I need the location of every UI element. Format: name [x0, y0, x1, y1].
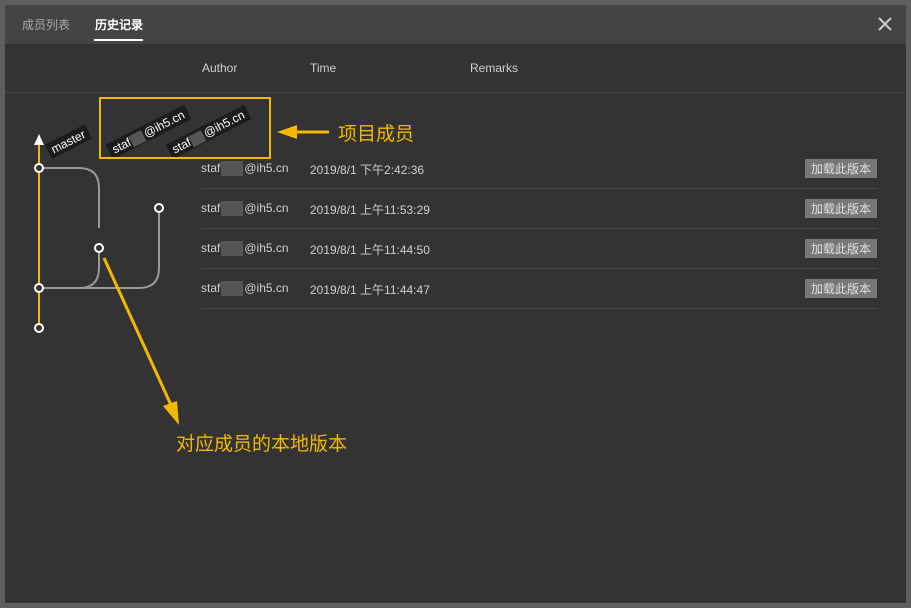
commit-node[interactable]: [154, 203, 164, 213]
author-suffix: @ih5.cn: [244, 161, 289, 175]
commit-node[interactable]: [94, 243, 104, 253]
time-cell: 2019/8/1 下午2:42:36: [310, 163, 425, 177]
annotation-local-versions: 对应成员的本地版本: [176, 434, 348, 455]
annotation-arrow-head: [277, 125, 297, 139]
annotation-arrow-line: [102, 257, 173, 406]
author-suffix: @ih5.cn: [244, 241, 289, 255]
branch-line-1-merge: [39, 248, 100, 289]
load-version-button[interactable]: 加载此版本: [805, 279, 877, 298]
row-divider: [201, 308, 877, 309]
table-row: staf @ih5.cn 2019/8/1 上午11:44:50 加载此版本: [201, 229, 877, 269]
author-suffix: @ih5.cn: [244, 281, 289, 295]
commit-node[interactable]: [34, 163, 44, 173]
author-cell: staf @ih5.cn: [201, 241, 289, 257]
commit-node[interactable]: [34, 283, 44, 293]
author-suffix: @ih5.cn: [244, 201, 289, 215]
redacted-block: [221, 161, 244, 177]
annotation-arrow-head: [163, 401, 179, 425]
commit-node[interactable]: [34, 323, 44, 333]
branch-line-1: [39, 167, 100, 228]
author-cell: staf @ih5.cn: [201, 201, 289, 217]
author-cell: staf @ih5.cn: [201, 161, 289, 177]
table-row: staf @ih5.cn 2019/8/1 下午2:42:36 加载此版本: [201, 149, 877, 189]
table-row: staf @ih5.cn 2019/8/1 上午11:53:29 加载此版本: [201, 189, 877, 229]
load-version-button[interactable]: 加载此版本: [805, 159, 877, 178]
author-prefix: staf: [201, 161, 221, 175]
annotation-project-members: 项目成员: [338, 124, 415, 145]
time-cell: 2019/8/1 上午11:53:29: [310, 203, 430, 217]
time-cell: 2019/8/1 上午11:44:50: [310, 243, 430, 257]
redacted-block: [221, 201, 244, 217]
load-version-button[interactable]: 加载此版本: [805, 199, 877, 218]
redacted-block: [221, 281, 244, 297]
author-prefix: staf: [201, 201, 221, 215]
history-dialog: 成员列表 历史记录 Author Time Remarks master sta…: [5, 5, 906, 603]
redacted-block: [221, 241, 244, 257]
author-prefix: staf: [201, 241, 221, 255]
load-version-button[interactable]: 加载此版本: [805, 239, 877, 258]
author-prefix: staf: [201, 281, 221, 295]
author-cell: staf @ih5.cn: [201, 281, 289, 297]
table-row: staf @ih5.cn 2019/8/1 上午11:44:47 加载此版本: [201, 269, 877, 309]
time-cell: 2019/8/1 上午11:44:47: [310, 283, 430, 297]
arrow-up-icon: [34, 134, 44, 145]
